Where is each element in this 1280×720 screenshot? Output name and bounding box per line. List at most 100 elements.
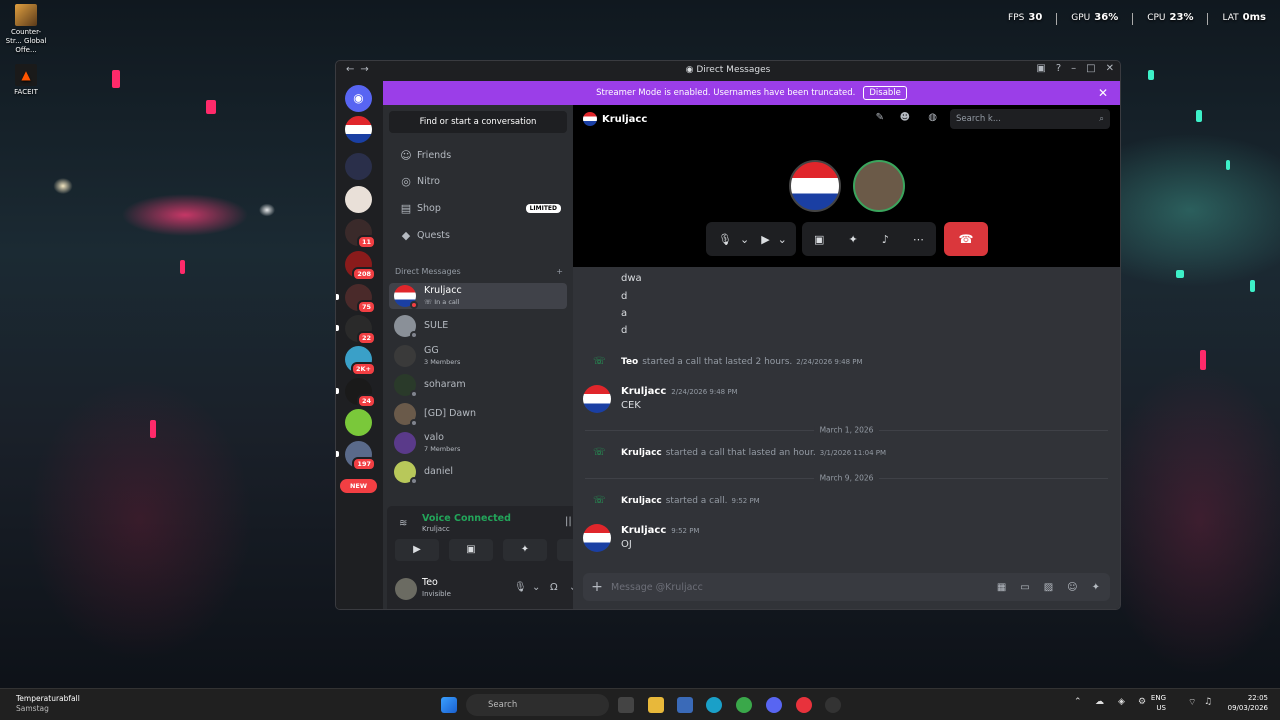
close-button[interactable]: ✕	[1106, 63, 1114, 74]
headphones-icon[interactable]: Ω	[550, 582, 558, 593]
avatar[interactable]	[395, 578, 417, 600]
search-input[interactable]: Search k... ⌕	[950, 109, 1110, 129]
add-attachment-icon[interactable]: +	[583, 579, 611, 595]
pin-icon[interactable]: ✎	[876, 112, 884, 123]
background-light	[1196, 110, 1202, 122]
chevron-down-icon[interactable]: ⌄	[740, 233, 749, 246]
activities-icon[interactable]: ✦	[849, 233, 858, 246]
call-system-message: ☏ Kruljacc started a call that lasted an h…	[593, 447, 887, 458]
background-light	[1148, 70, 1154, 80]
server-icon[interactable]: 75	[345, 284, 376, 314]
gif-icon[interactable]: ▭	[1020, 582, 1029, 593]
mention-badge: 208	[352, 267, 376, 281]
camera-button[interactable]: ▶	[395, 539, 439, 561]
unread-pip	[336, 294, 339, 300]
new-badge[interactable]: NEW	[340, 479, 377, 493]
disable-button[interactable]: Disable	[863, 86, 907, 100]
discord-icon[interactable]	[766, 697, 782, 713]
avatar[interactable]	[583, 385, 611, 413]
message-line: dwa	[621, 273, 642, 284]
start-button[interactable]	[441, 697, 457, 713]
server-icon[interactable]	[345, 116, 372, 143]
microphone-icon[interactable]: 🎙	[514, 582, 527, 593]
sidebar-item-quests[interactable]: ◆ Quests	[389, 223, 567, 247]
message-input[interactable]: Message @Kruljacc	[611, 582, 703, 593]
chevron-down-icon[interactable]: ⌄	[532, 582, 540, 593]
server-icon[interactable]: 2K+	[345, 346, 376, 376]
apps-icon[interactable]: ✦	[1092, 582, 1100, 593]
server-icon[interactable]	[345, 186, 372, 213]
chevron-down-icon[interactable]: ⌄	[778, 233, 787, 246]
wifi-icon[interactable]: ⌔	[1188, 697, 1196, 708]
background-light	[1226, 160, 1230, 170]
avatar[interactable]	[583, 524, 611, 552]
file-explorer-icon[interactable]	[648, 697, 664, 713]
phone-icon: ☏	[593, 447, 606, 458]
dm-item-soharam[interactable]: soharam	[389, 372, 567, 398]
sidebar-item-friends[interactable]: ☺ Friends	[389, 143, 567, 167]
hang-up-button[interactable]: ☎	[944, 222, 988, 256]
screen-share-icon[interactable]: ▣	[814, 233, 824, 246]
desktop-icon-csgo[interactable]: Counter-Str... Global Offe...	[4, 4, 48, 55]
emoji-icon[interactable]: ☺	[1067, 582, 1077, 593]
maximize-button[interactable]: □	[1086, 63, 1095, 74]
profile-icon[interactable]: ◍	[928, 112, 937, 123]
volume-icon[interactable]: ♫	[1204, 697, 1212, 707]
language-indicator[interactable]: ENG US	[1151, 693, 1166, 713]
call-avatar[interactable]	[789, 160, 841, 212]
chevron-up-icon[interactable]: ⌃	[1074, 697, 1082, 707]
activities-button[interactable]: ✦	[503, 539, 547, 561]
opera-icon[interactable]	[796, 697, 812, 713]
inbox-icon[interactable]: ▣	[1036, 63, 1045, 74]
tray-app-icon[interactable]: ◈	[1118, 697, 1125, 707]
dm-item-sule[interactable]: SULE	[389, 313, 567, 339]
clock[interactable]: 22:05 09/03/2026	[1228, 693, 1268, 713]
close-icon[interactable]: ✕	[1098, 86, 1108, 100]
unread-pip	[336, 325, 339, 331]
gift-icon[interactable]: ▦	[997, 582, 1006, 593]
window-title: ◉ Direct Messages	[685, 65, 771, 75]
app-icon[interactable]	[825, 697, 841, 713]
server-icon[interactable]: 208	[345, 251, 376, 281]
app-icon[interactable]	[677, 697, 693, 713]
more-icon[interactable]: ⋯	[913, 233, 924, 246]
add-dm-icon[interactable]: +	[556, 267, 563, 276]
chrome-icon[interactable]	[736, 697, 752, 713]
screen-share-button[interactable]: ▣	[449, 539, 493, 561]
edge-icon[interactable]	[706, 697, 722, 713]
server-icon[interactable]: 197	[345, 441, 376, 471]
phone-icon: ☏	[593, 356, 606, 367]
dm-item-daniel[interactable]: daniel	[389, 459, 567, 485]
server-icon[interactable]: 11	[345, 219, 376, 249]
server-icon[interactable]: 24	[345, 378, 376, 408]
lat-readout: LAT 0ms	[1222, 12, 1266, 23]
camera-off-icon[interactable]: ▶	[761, 233, 769, 246]
task-view-icon[interactable]	[618, 697, 634, 713]
server-icon[interactable]	[345, 153, 372, 180]
sidebar-item-shop[interactable]: ▤ Shop LIMITED	[389, 196, 567, 220]
desktop-icon-faceit[interactable]: ▲ FACEIT	[4, 64, 48, 97]
dm-item-valo[interactable]: valo 7 Members	[389, 430, 567, 456]
dm-item-kruljacc[interactable]: Kruljacc ☏ In a call	[389, 283, 567, 309]
home-button[interactable]: ◉	[345, 85, 372, 112]
call-avatar[interactable]	[853, 160, 905, 212]
server-icon[interactable]: 22	[345, 315, 376, 345]
tray-app-icon[interactable]: ⚙	[1138, 697, 1146, 707]
taskbar-search[interactable]: Search	[466, 694, 609, 716]
cloud-icon[interactable]: ☁	[1095, 697, 1104, 707]
dm-item-gd-dawn[interactable]: [GD] Dawn	[389, 401, 567, 427]
server-icon[interactable]	[345, 409, 372, 436]
soundboard-icon[interactable]: ♪	[882, 233, 889, 246]
dm-item-gg[interactable]: GG 3 Members	[389, 343, 567, 369]
find-conversation-button[interactable]: Find or start a conversation	[389, 111, 567, 133]
friends-icon: ☺	[400, 148, 412, 162]
help-icon[interactable]: ?	[1056, 63, 1061, 74]
minimize-button[interactable]: –	[1071, 63, 1076, 74]
add-friend-icon[interactable]: ☻	[900, 112, 910, 123]
sidebar-item-nitro[interactable]: ◎ Nitro	[389, 169, 567, 193]
sticker-icon[interactable]: ▨	[1044, 582, 1053, 593]
weather-widget[interactable]: Temperaturabfall Samstag	[16, 694, 80, 714]
microphone-icon[interactable]: 🎙	[718, 233, 732, 246]
message-author: Kruljacc 9:52 PM	[621, 525, 700, 536]
message-composer[interactable]: + Message @Kruljacc ▦ ▭ ▨ ☺ ✦	[583, 573, 1110, 601]
